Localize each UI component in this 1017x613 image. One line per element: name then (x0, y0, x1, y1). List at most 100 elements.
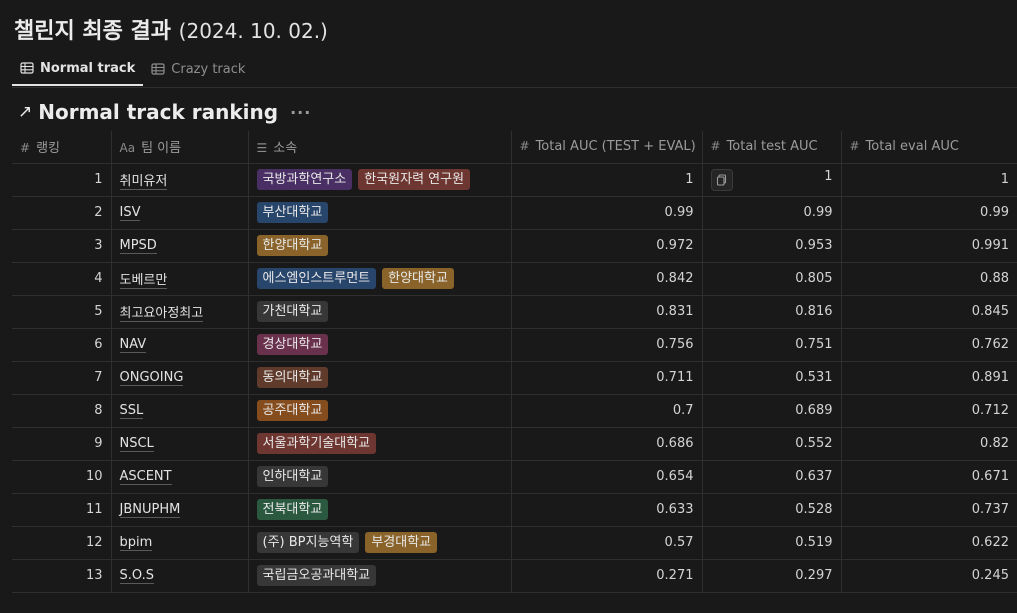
rank-cell[interactable]: 13 (12, 559, 112, 593)
total-auc-cell[interactable]: 0.756 (511, 328, 703, 362)
test-auc-cell[interactable]: 1 (702, 163, 842, 197)
table-row[interactable]: 3 MPSD 한양대학교 0.972 0.953 0.991 (12, 229, 1017, 263)
column-header-test-auc[interactable]: # Total test AUC (702, 131, 842, 164)
test-auc-cell[interactable]: 0.297 (702, 559, 842, 593)
test-auc-cell[interactable]: 0.816 (702, 295, 842, 329)
column-header-rank[interactable]: # 랭킹 (12, 131, 112, 164)
test-auc-cell[interactable]: 0.751 (702, 328, 842, 362)
table-row[interactable]: 8 SSL 공주대학교 0.7 0.689 0.712 (12, 394, 1017, 428)
total-auc-cell[interactable]: 0.7 (511, 394, 703, 428)
team-name-cell[interactable]: ONGOING (111, 361, 249, 395)
affiliation-cell[interactable]: 서울과학기술대학교 (248, 427, 512, 461)
table-row[interactable]: 6 NAV 경상대학교 0.756 0.751 0.762 (12, 328, 1017, 362)
eval-auc-cell[interactable]: 0.88 (841, 262, 1017, 296)
rank-cell[interactable]: 4 (12, 262, 112, 296)
rank-cell[interactable]: 7 (12, 361, 112, 395)
test-auc-cell[interactable]: 0.805 (702, 262, 842, 296)
affiliation-cell[interactable]: 국방과학연구소 한국원자력 연구원 (248, 163, 512, 197)
affiliation-cell[interactable]: 에스엠인스트루먼트 한양대학교 (248, 262, 512, 296)
total-auc-cell[interactable]: 1 (511, 163, 703, 197)
test-auc-cell[interactable]: 0.519 (702, 526, 842, 560)
rank-cell[interactable]: 5 (12, 295, 112, 329)
team-name-cell[interactable]: 최고요아정최고 (111, 295, 249, 329)
affiliation-cell[interactable]: 공주대학교 (248, 394, 512, 428)
affiliation-cell[interactable]: 국립금오공과대학교 (248, 559, 512, 593)
total-auc-cell[interactable]: 0.57 (511, 526, 703, 560)
tab-crazy-track[interactable]: Crazy track (143, 52, 253, 86)
eval-auc-cell[interactable]: 0.891 (841, 361, 1017, 395)
table-row[interactable]: 11 JBNUPHM 전북대학교 0.633 0.528 0.737 (12, 493, 1017, 527)
table-row[interactable]: 7 ONGOING 동의대학교 0.711 0.531 0.891 (12, 361, 1017, 395)
column-header-eval-auc[interactable]: # Total eval AUC (841, 131, 1017, 164)
test-auc-cell[interactable]: 0.637 (702, 460, 842, 494)
table-row[interactable]: 10 ASCENT 인하대학교 0.654 0.637 0.671 (12, 460, 1017, 494)
table-row[interactable]: 12 bpim (주) BP지능역학 부경대학교 0.57 0.519 0.622 (12, 526, 1017, 560)
test-auc-cell[interactable]: 0.552 (702, 427, 842, 461)
test-auc-cell[interactable]: 0.528 (702, 493, 842, 527)
team-name-cell[interactable]: 도베르만 (111, 262, 249, 296)
total-auc-cell[interactable]: 0.831 (511, 295, 703, 329)
team-name-cell[interactable]: 취미유저 (111, 163, 249, 197)
team-name-cell[interactable]: NAV (111, 328, 249, 362)
rank-cell[interactable]: 1 (12, 163, 112, 197)
eval-auc-cell[interactable]: 0.762 (841, 328, 1017, 362)
affiliation-cell[interactable]: 동의대학교 (248, 361, 512, 395)
rank-cell[interactable]: 6 (12, 328, 112, 362)
team-name-cell[interactable]: ISV (111, 196, 249, 230)
rank-cell[interactable]: 9 (12, 427, 112, 461)
tab-normal-track[interactable]: Normal track (12, 52, 144, 86)
affiliation-cell[interactable]: 한양대학교 (248, 229, 512, 263)
table-row[interactable]: 5 최고요아정최고 가천대학교 0.831 0.816 0.845 (12, 295, 1017, 329)
total-auc-cell[interactable]: 0.972 (511, 229, 703, 263)
eval-auc-cell[interactable]: 0.82 (841, 427, 1017, 461)
rank-cell[interactable]: 12 (12, 526, 112, 560)
total-auc-cell[interactable]: 0.271 (511, 559, 703, 593)
team-name-cell[interactable]: SSL (111, 394, 249, 428)
eval-auc-cell[interactable]: 0.712 (841, 394, 1017, 428)
test-auc-cell[interactable]: 0.531 (702, 361, 842, 395)
total-auc-cell[interactable]: 0.633 (511, 493, 703, 527)
affiliation-cell[interactable]: 전북대학교 (248, 493, 512, 527)
eval-auc-cell[interactable]: 0.99 (841, 196, 1017, 230)
table-row[interactable]: 4 도베르만 에스엠인스트루먼트 한양대학교 0.842 0.805 0.88 (12, 262, 1017, 296)
team-name-cell[interactable]: bpim (111, 526, 249, 560)
table-row[interactable]: 1 취미유저 국방과학연구소 한국원자력 연구원 1 1 1 (12, 163, 1017, 197)
eval-auc-cell[interactable]: 0.737 (841, 493, 1017, 527)
team-name-cell[interactable]: NSCL (111, 427, 249, 461)
table-row[interactable]: 9 NSCL 서울과학기술대학교 0.686 0.552 0.82 (12, 427, 1017, 461)
team-name-cell[interactable]: JBNUPHM (111, 493, 249, 527)
arrow-up-right-icon[interactable]: ↗ (18, 102, 32, 122)
eval-auc-cell[interactable]: 1 (841, 163, 1017, 197)
rank-cell[interactable]: 11 (12, 493, 112, 527)
column-header-team[interactable]: Aa 팀 이름 (111, 131, 249, 164)
eval-auc-cell[interactable]: 0.622 (841, 526, 1017, 560)
total-auc-cell[interactable]: 0.842 (511, 262, 703, 296)
column-header-total-auc[interactable]: # Total AUC (TEST + EVAL) (511, 131, 703, 164)
total-auc-cell[interactable]: 0.654 (511, 460, 703, 494)
eval-auc-cell[interactable]: 0.245 (841, 559, 1017, 593)
team-name-cell[interactable]: ASCENT (111, 460, 249, 494)
team-name-cell[interactable]: MPSD (111, 229, 249, 263)
eval-auc-cell[interactable]: 0.991 (841, 229, 1017, 263)
affiliation-cell[interactable]: 인하대학교 (248, 460, 512, 494)
affiliation-cell[interactable]: 부산대학교 (248, 196, 512, 230)
table-row[interactable]: 2 ISV 부산대학교 0.99 0.99 0.99 (12, 196, 1017, 230)
test-auc-cell[interactable]: 0.689 (702, 394, 842, 428)
affiliation-cell[interactable]: (주) BP지능역학 부경대학교 (248, 526, 512, 560)
team-name-cell[interactable]: S.O.S (111, 559, 249, 593)
rank-cell[interactable]: 2 (12, 196, 112, 230)
rank-cell[interactable]: 3 (12, 229, 112, 263)
eval-auc-cell[interactable]: 0.845 (841, 295, 1017, 329)
eval-auc-cell[interactable]: 0.671 (841, 460, 1017, 494)
copy-icon[interactable] (710, 168, 733, 191)
more-options-button[interactable]: ··· (290, 103, 311, 122)
table-row[interactable]: 13 S.O.S 국립금오공과대학교 0.271 0.297 0.245 (12, 559, 1017, 593)
column-header-affiliation[interactable]: ☰ 소속 (248, 131, 512, 164)
affiliation-cell[interactable]: 가천대학교 (248, 295, 512, 329)
rank-cell[interactable]: 8 (12, 394, 112, 428)
test-auc-cell[interactable]: 0.953 (702, 229, 842, 263)
total-auc-cell[interactable]: 0.99 (511, 196, 703, 230)
affiliation-cell[interactable]: 경상대학교 (248, 328, 512, 362)
total-auc-cell[interactable]: 0.711 (511, 361, 703, 395)
total-auc-cell[interactable]: 0.686 (511, 427, 703, 461)
